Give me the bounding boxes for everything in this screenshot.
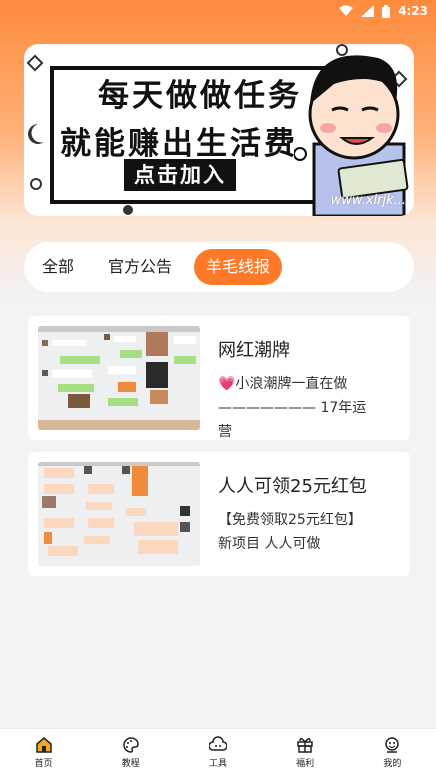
- nav-tutorials-label: 教程: [121, 759, 140, 769]
- palette-icon: [123, 737, 139, 753]
- category-tabs: 全部 官方公告 羊毛线报: [24, 242, 414, 292]
- nav-tutorials[interactable]: 教程: [101, 736, 161, 769]
- post-title: 人人可领25元红包: [218, 476, 367, 497]
- bottom-navigation: 首页 教程 工具 福利 我的: [0, 728, 436, 776]
- nav-mine-label: 我的: [383, 759, 402, 769]
- nav-tools[interactable]: 工具: [188, 736, 248, 769]
- tab-all[interactable]: 全部: [30, 249, 86, 285]
- signal-icon: [361, 5, 375, 17]
- tab-official-announcements[interactable]: 官方公告: [96, 249, 184, 285]
- nav-benefits[interactable]: 福利: [275, 736, 335, 769]
- nav-tools-label: 工具: [208, 759, 227, 769]
- status-bar: 4:23: [0, 0, 436, 22]
- nav-benefits-label: 福利: [296, 759, 315, 769]
- home-icon: [35, 737, 52, 753]
- wifi-icon: [339, 5, 354, 16]
- nav-home-label: 首页: [34, 759, 53, 769]
- post-thumbnail: [38, 326, 200, 430]
- promo-banner[interactable]: 每天做做任务 就能赚出生活费 点击加入 www.xlrjk...: [24, 44, 414, 216]
- cartoon-character-illustration: [294, 55, 409, 216]
- banner-watermark: www.xlrjk...: [330, 193, 406, 208]
- post-card[interactable]: 人人可领25元红包 【免费领取25元红包】 新项目 人人可做: [28, 452, 410, 576]
- gift-icon: [297, 738, 313, 753]
- post-card[interactable]: 网红潮牌 💗小浪潮牌一直在做——————— 17年运营: [28, 316, 410, 440]
- battery-icon: [382, 4, 391, 18]
- tab-deals[interactable]: 羊毛线报: [194, 249, 283, 285]
- post-description: 💗小浪潮牌一直在做——————— 17年运营: [218, 376, 367, 440]
- user-face-icon: [385, 737, 400, 753]
- banner-join-button[interactable]: 点击加入: [124, 159, 236, 191]
- cloud-face-icon: [208, 736, 227, 751]
- status-time: 4:23: [398, 4, 428, 18]
- post-title: 网红潮牌: [218, 340, 290, 361]
- post-thumbnail: [38, 462, 200, 566]
- banner-headline-1: 每天做做任务: [98, 78, 302, 114]
- nav-mine[interactable]: 我的: [362, 736, 422, 769]
- nav-home[interactable]: 首页: [14, 736, 74, 769]
- post-description: 【免费领取25元红包】 新项目 人人可做: [218, 512, 362, 552]
- banner-headline-2: 就能赚出生活费: [60, 126, 298, 162]
